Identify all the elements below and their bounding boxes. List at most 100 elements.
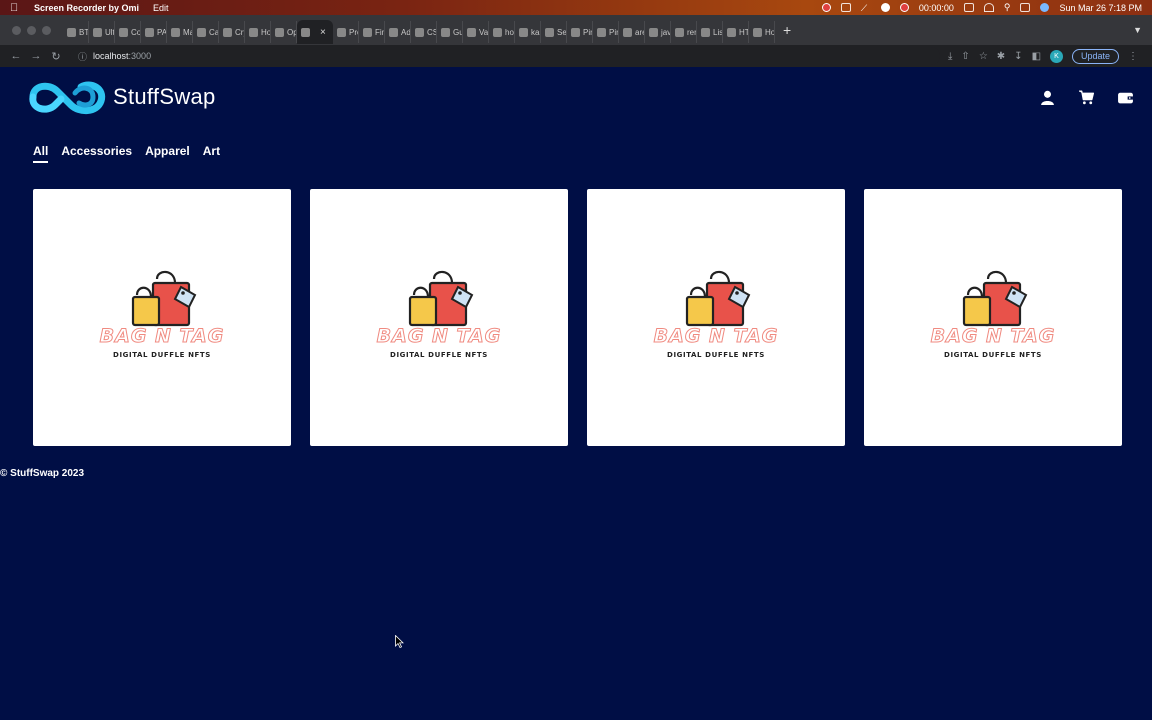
install-icon[interactable]: ⤓ [948,51,952,62]
browser-menu-icon[interactable]: ⋮ [1128,51,1138,62]
control-center-icon[interactable] [1020,3,1031,12]
bag-tag-logo-image [408,270,474,327]
reload-button[interactable]: ↻ [46,50,66,63]
browser-tab[interactable]: Ult [89,21,115,43]
tab-label: Ho [261,27,271,37]
site-logo[interactable]: StuffSwap [27,79,216,115]
tab-favicon-icon [171,27,180,37]
category-tab-all[interactable]: All [33,144,49,163]
browser-tab[interactable]: HT [723,21,749,43]
product-card[interactable]: BAG N TAG DIGITAL DUFFLE NFTS [33,189,291,446]
product-card[interactable]: BAG N TAG DIGITAL DUFFLE NFTS [587,189,845,446]
update-button[interactable]: Update [1072,48,1120,64]
bag-tag-logo-image [685,270,751,327]
category-tab-apparel[interactable]: Apparel [145,144,190,163]
new-tab-button[interactable]: + [783,22,791,38]
menubar-app-name[interactable]: Screen Recorder by Omi [34,3,139,13]
tab-favicon-icon [223,27,232,37]
share-icon[interactable]: ⇧ [961,51,969,62]
window-controls [12,25,51,35]
browser-tab[interactable]: BT [63,21,89,43]
user-icon[interactable] [1039,89,1056,106]
forward-button[interactable]: → [26,50,46,62]
menubar-edit-menu[interactable]: Edit [153,3,169,13]
address-bar[interactable]: ⓘ localhost :3000 [70,47,940,65]
browser-tab[interactable]: ho [489,21,515,43]
browser-tab[interactable]: Cry [219,21,245,43]
browser-tab[interactable]: Ho [245,21,271,43]
record-indicator-icon[interactable] [821,3,831,12]
browser-tab[interactable]: Pro [333,21,359,43]
card-title: BAG N TAG [653,325,779,348]
wallet-icon[interactable] [1117,89,1134,106]
infinity-logo-icon [29,81,106,114]
maximize-window-button[interactable] [42,25,51,35]
wifi-icon[interactable] [983,3,994,12]
browser-tab[interactable]: ren [671,21,697,43]
browser-tab[interactable]: Va [463,21,489,43]
pen-icon[interactable]: ⟋ [861,3,871,13]
browser-tab[interactable]: Ho [749,21,775,43]
tab-favicon-icon [727,27,736,37]
toolbar-actions: ⤓ ⇧ ☆ ✱ ↧ ◧ K Update ⋮ [948,48,1138,64]
cart-icon[interactable] [1078,89,1095,106]
url-port: :3000 [128,51,152,61]
back-button[interactable]: ← [6,50,26,62]
menubar-clock[interactable]: Sun Mar 26 7:18 PM [1059,3,1142,13]
tab-favicon-icon [753,27,762,37]
category-tab-art[interactable]: Art [203,144,220,163]
recording-timer: 00:00:00 [918,2,954,13]
tab-label: Ho [765,27,775,37]
close-window-button[interactable] [12,25,21,35]
battery-icon[interactable] [963,3,974,12]
browser-tab[interactable]: CS [411,21,437,43]
browser-tab[interactable]: kas [515,21,541,43]
site-info-icon[interactable]: ⓘ [78,50,87,63]
tab-label: Ad [401,27,411,37]
siri-icon[interactable] [1040,3,1050,12]
product-card[interactable]: BAG N TAG DIGITAL DUFFLE NFTS [864,189,1122,446]
browser-tab[interactable]: jav [645,21,671,43]
browser-tab[interactable]: are [619,21,645,43]
browser-tab[interactable]: Co [115,21,141,43]
browser-tab[interactable]: Ad [385,21,411,43]
browser-tab[interactable]: Op [271,21,297,43]
browser-tab[interactable]: Fin [359,21,385,43]
tab-favicon-icon [197,27,206,37]
tab-favicon-icon [67,27,76,37]
tab-favicon-icon [415,27,424,37]
tab-label: Co [131,27,141,37]
category-tab-accessories[interactable]: Accessories [61,144,132,163]
pause-icon[interactable] [880,3,890,12]
tab-label: Ma [183,27,192,37]
tab-favicon-icon [597,27,606,37]
browser-tab[interactable]: Ca [193,21,219,43]
spotlight-icon[interactable]: ⚲ [1004,2,1011,13]
tab-search-chevron-icon[interactable]: ▼ [1133,25,1142,35]
browser-tab[interactable]: Pin [593,21,619,43]
card-subtitle: DIGITAL DUFFLE NFTS [113,351,211,359]
tab-favicon-icon [701,27,710,37]
tab-label: Gu [453,27,463,37]
bookmark-star-icon[interactable]: ☆ [979,51,988,62]
browser-tab[interactable]: Se [541,21,567,43]
browser-tab[interactable]: Gu [437,21,463,43]
product-card[interactable]: BAG N TAG DIGITAL DUFFLE NFTS [310,189,568,446]
download-icon[interactable]: ↧ [1014,51,1022,62]
apple-icon[interactable]:  [10,2,22,14]
browser-tab[interactable]: PA [141,21,167,43]
side-panel-icon[interactable]: ◧ [1032,51,1041,62]
browser-tab[interactable]: Lis [697,21,723,43]
tab-label: Pin [609,27,618,37]
browser-tab[interactable]: Pin [567,21,593,43]
tab-label: Fin [375,27,384,37]
stop-record-icon[interactable] [899,3,909,12]
screen-icon[interactable] [840,3,851,12]
minimize-window-button[interactable] [27,25,36,35]
extensions-icon[interactable]: ✱ [997,51,1005,62]
profile-avatar[interactable]: K [1050,49,1064,63]
close-tab-icon[interactable]: × [320,27,326,38]
browser-tab[interactable]: Ma [167,21,193,43]
tab-favicon-icon [441,27,450,37]
browser-tab[interactable]: × [297,20,333,44]
